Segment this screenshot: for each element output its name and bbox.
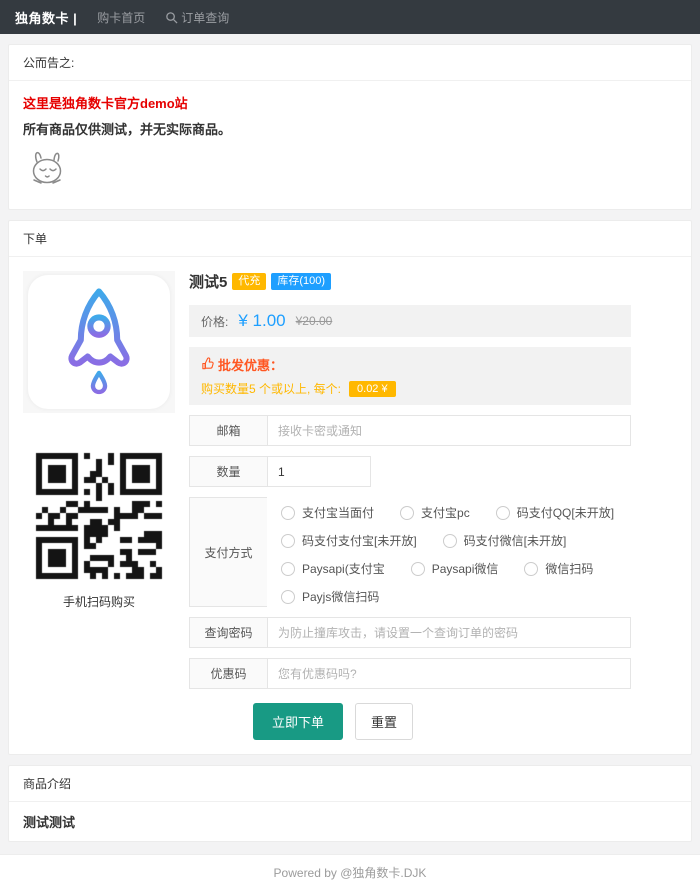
payment-option[interactable]: Paysapi微信	[410, 560, 499, 577]
radio-icon[interactable]	[400, 505, 415, 520]
search-password-input[interactable]	[267, 617, 631, 648]
brand-title[interactable]: 独角数卡 |	[15, 8, 77, 27]
payment-option-label: 支付宝当面付	[302, 506, 375, 520]
payment-option[interactable]: Payjs微信扫码	[281, 588, 379, 605]
footer-text: Powered by @独角数卡.DJK	[273, 866, 427, 880]
thumb-up-icon	[201, 356, 214, 373]
qr-code	[32, 449, 166, 583]
button-row: 立即下单 重置	[189, 703, 631, 740]
email-input[interactable]	[267, 415, 631, 446]
product-stock-badge: 库存(100)	[271, 272, 332, 291]
payment-label: 支付方式	[189, 497, 267, 607]
announcement-body: 这里是独角数卡官方demo站 所有商品仅供测试，并无实际商品。	[9, 81, 691, 209]
product-type-badge: 代充	[232, 272, 267, 291]
description-header: 商品介绍	[9, 766, 691, 802]
radio-icon[interactable]	[281, 589, 295, 604]
product-image-wrap	[23, 271, 175, 413]
announcement-line1: 这里是独角数卡官方demo站	[23, 96, 188, 111]
email-label: 邮箱	[189, 415, 267, 446]
wholesale-title-row: 批发优惠：	[201, 355, 619, 374]
price-label: 价格:	[201, 314, 229, 329]
radio-icon[interactable]	[495, 505, 510, 520]
radio-icon[interactable]	[410, 561, 425, 576]
nav-link-order-query[interactable]: 订单查询	[165, 9, 229, 26]
payment-option-label: 码支付QQ[未开放]	[516, 506, 615, 520]
payment-option-label: 支付宝pc	[421, 506, 470, 520]
search-icon	[165, 11, 178, 24]
payment-option-label: 码支付支付宝[未开放]	[302, 534, 417, 548]
order-card: 下单 手机扫码购买 测试5 代充 库存(100) 价格: ¥ 1.00 ¥20.…	[8, 220, 692, 755]
radio-icon[interactable]	[281, 533, 295, 548]
payment-option[interactable]: 支付宝当面付	[281, 504, 374, 521]
nav-link-order-query-label: 订单查询	[181, 10, 230, 25]
payment-options: 支付宝当面付 支付宝pc 码支付QQ[未开放] 码支付支付宝[未开放] 码支付微信[未开…	[267, 497, 631, 607]
announcement-line2: 所有商品仅供测试，并无实际商品。	[23, 122, 232, 137]
radio-icon[interactable]	[281, 561, 295, 576]
payment-option-label: 微信扫码	[545, 562, 594, 576]
email-row: 邮箱	[189, 415, 631, 446]
order-header: 下单	[9, 221, 691, 257]
product-media-column: 手机扫码购买	[23, 271, 175, 740]
announcement-card: 公而告之: 这里是独角数卡官方demo站 所有商品仅供测试，并无实际商品。	[8, 44, 692, 210]
search-password-row: 查询密码	[189, 617, 631, 648]
payment-option[interactable]: 码支付支付宝[未开放]	[281, 532, 417, 549]
payment-option-label: Payjs微信扫码	[302, 590, 380, 604]
nav-link-home-label: 购卡首页	[97, 10, 146, 25]
announcement-header: 公而告之:	[9, 45, 691, 81]
payment-option[interactable]: 码支付QQ[未开放]	[495, 504, 615, 521]
wholesale-price-badge: 0.02 ¥	[349, 380, 396, 397]
payment-option-label: Paysapi微信	[431, 562, 499, 576]
top-navbar: 独角数卡 | 购卡首页 订单查询	[0, 0, 700, 34]
rocket-icon	[47, 282, 151, 403]
nav-link-home[interactable]: 购卡首页	[97, 9, 145, 26]
product-title-row: 测试5 代充 库存(100)	[189, 271, 631, 292]
quantity-row: 数量	[189, 456, 631, 487]
wholesale-desc-row: 购买数量5 个或以上, 每个: 0.02 ¥	[201, 380, 619, 397]
qr-caption: 手机扫码购买	[62, 595, 135, 609]
search-password-label: 查询密码	[189, 617, 267, 648]
radio-icon[interactable]	[281, 505, 295, 520]
payment-option-label: Paysapi(支付宝	[302, 562, 385, 576]
page-footer: Powered by @独角数卡.DJK	[0, 854, 700, 896]
payment-option[interactable]: 码支付微信[未开放]	[442, 532, 567, 549]
coupon-input[interactable]	[267, 658, 631, 689]
description-body: 测试测试	[23, 815, 76, 830]
order-body: 手机扫码购买 测试5 代充 库存(100) 价格: ¥ 1.00 ¥20.00	[9, 257, 691, 754]
wholesale-title: 批发优惠：	[218, 358, 284, 373]
coupon-row: 优惠码	[189, 658, 631, 689]
wholesale-box: 批发优惠： 购买数量5 个或以上, 每个: 0.02 ¥	[189, 347, 631, 405]
payment-option[interactable]: Paysapi(支付宝	[281, 560, 385, 577]
quantity-input[interactable]	[267, 456, 371, 487]
payment-option-label: 码支付微信[未开放]	[463, 534, 567, 548]
reset-button[interactable]: 重置	[355, 703, 414, 740]
wholesale-desc: 购买数量5 个或以上, 每个:	[201, 382, 342, 396]
product-image	[28, 275, 170, 409]
radio-icon[interactable]	[524, 561, 539, 576]
description-card: 商品介绍 测试测试	[8, 765, 692, 842]
quantity-label: 数量	[189, 456, 267, 487]
coupon-label: 优惠码	[189, 658, 267, 689]
mascot-sticker-image	[23, 146, 677, 197]
order-form-column: 测试5 代充 库存(100) 价格: ¥ 1.00 ¥20.00 批发优惠： 购…	[189, 271, 631, 740]
payment-option[interactable]: 支付宝pc	[400, 504, 470, 521]
payment-option[interactable]: 微信扫码	[524, 560, 593, 577]
radio-icon[interactable]	[442, 533, 457, 548]
payment-row: 支付方式 支付宝当面付 支付宝pc 码支付QQ[未开放] 码支付支付宝[未开放] 码支付…	[189, 497, 631, 607]
submit-order-button[interactable]: 立即下单	[253, 703, 344, 740]
price-box: 价格: ¥ 1.00 ¥20.00	[189, 305, 631, 337]
product-title: 测试5	[189, 274, 228, 291]
price-value: ¥ 1.00	[238, 311, 286, 330]
original-price: ¥20.00	[295, 314, 333, 328]
